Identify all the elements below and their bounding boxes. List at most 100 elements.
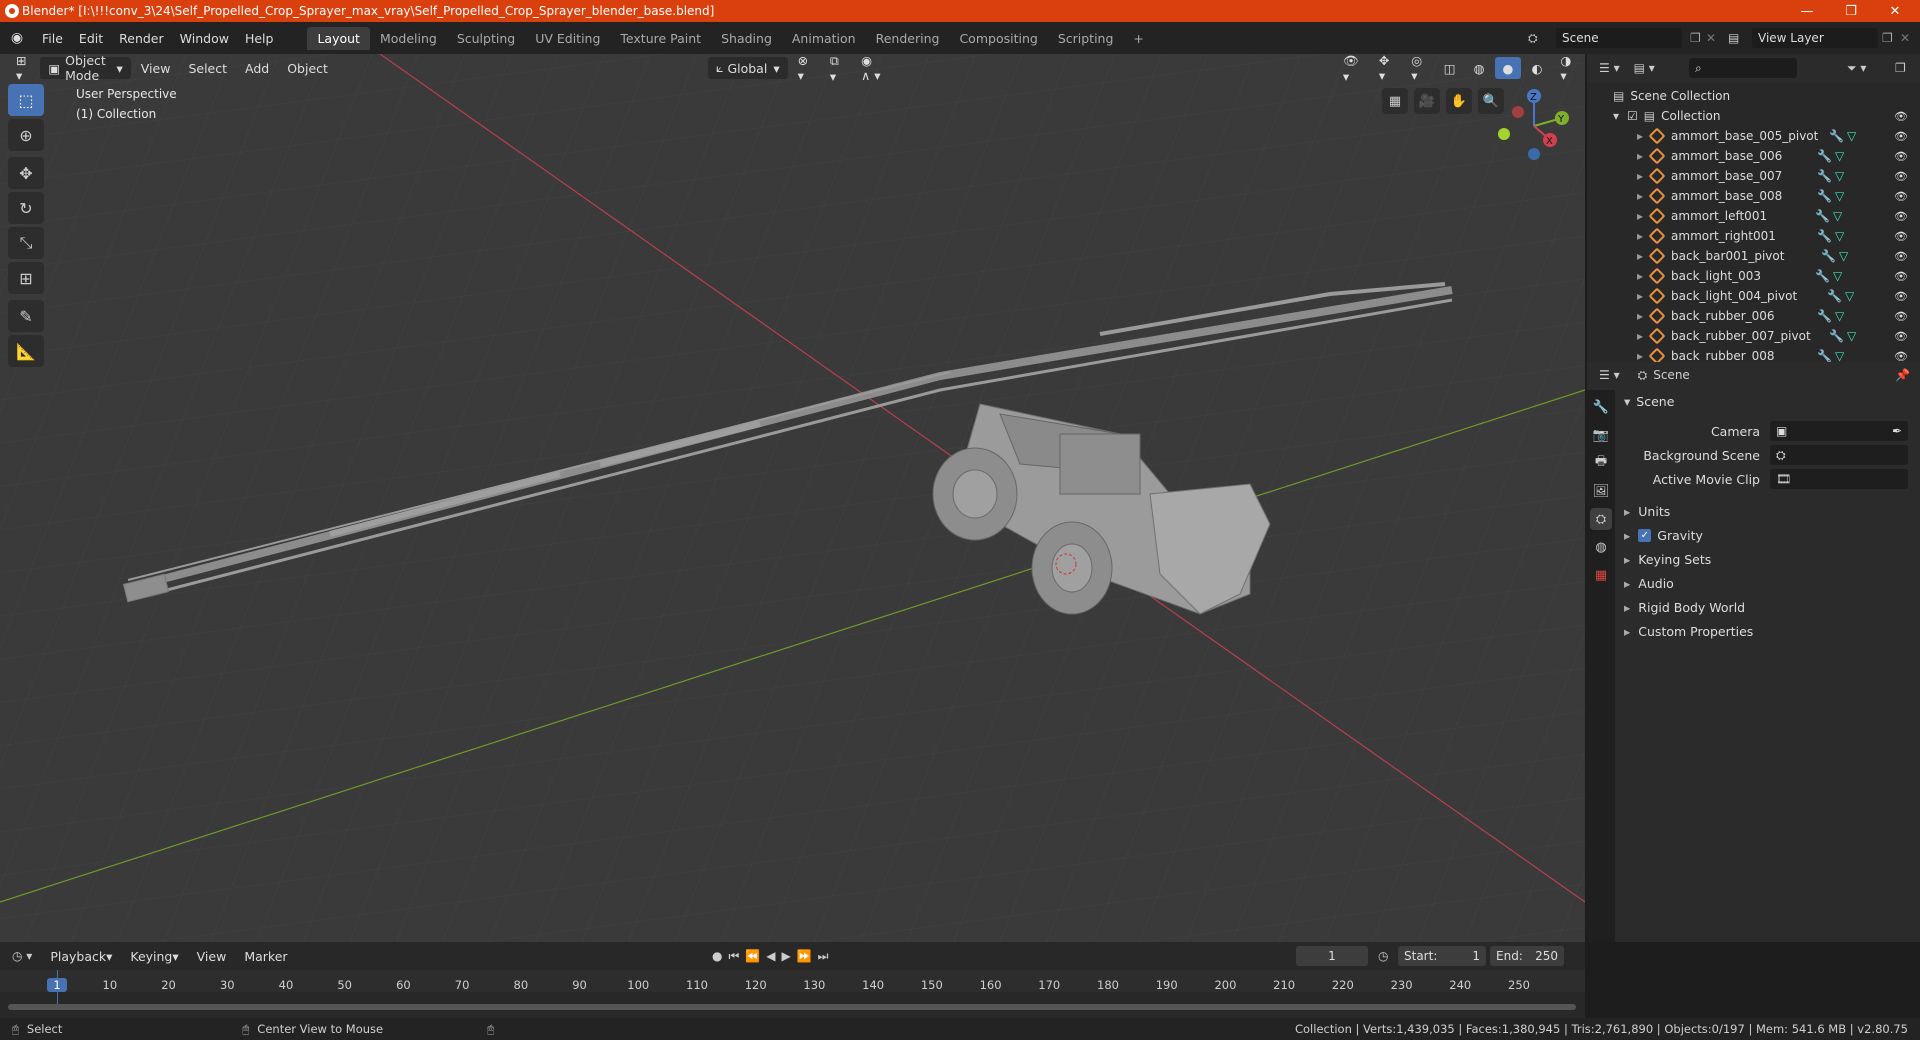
shading-wireframe-icon[interactable]: ◍ [1466,57,1493,79]
new-view-layer-icon[interactable]: ❐ [1882,31,1893,45]
tab-animation[interactable]: Animation [782,27,866,50]
menu-file[interactable]: File [34,31,71,46]
expand-arrow-icon[interactable]: ▸ [1637,189,1643,203]
display-mode-icon[interactable]: ▤ ▾ [1634,61,1655,75]
expand-arrow-icon[interactable]: ▸ [1637,229,1643,243]
proportional-edit-icon[interactable]: ◉ ∧ ▾ [853,53,893,83]
orientation-gizmo[interactable]: Z Y X [1494,86,1574,166]
record-icon[interactable]: ● [712,949,728,963]
viewport-canvas[interactable] [0,54,1585,942]
eyedropper-icon[interactable]: ✒ [1892,424,1902,438]
start-frame-field[interactable]: Start: 1 [1398,946,1486,966]
eye-icon[interactable]: 👁 [1894,190,1908,203]
outliner-item[interactable]: ▸ ammort_right001 🔧 ▽ 👁 [1587,226,1920,246]
scene-field[interactable]: Scene [1556,28,1682,48]
measure-tool-icon[interactable]: 📐 [8,335,44,367]
scene-collection-row[interactable]: ▤ Scene Collection [1587,86,1920,106]
menu-edit[interactable]: Edit [71,31,111,46]
editor-type-icon[interactable]: ⊞ ▾ [8,53,38,83]
tab-rendering[interactable]: Rendering [866,27,950,50]
properties-section[interactable]: ▸ Units [1620,500,1910,522]
outliner-item[interactable]: ▸ back_light_004_pivot 🔧 ▽ 👁 [1587,286,1920,306]
expand-arrow-icon[interactable]: ▸ [1637,129,1643,143]
timeline-editor-icon[interactable]: ◷ ▾ [12,949,32,963]
expand-arrow-icon[interactable]: ▸ [1637,249,1643,263]
shading-material-icon[interactable]: ◐ [1523,57,1550,79]
new-collection-icon[interactable]: ❐ [1895,61,1906,75]
add-workspace-button[interactable]: + [1123,27,1153,50]
grid-view-icon[interactable]: ▦ [1382,88,1408,114]
eye-icon[interactable]: 👁 [1894,330,1908,343]
outliner-item[interactable]: ▸ back_rubber_006 🔧 ▽ 👁 [1587,306,1920,326]
shading-solid-icon[interactable]: ● [1494,57,1522,79]
outliner-item[interactable]: ▸ back_rubber_007_pivot 🔧 ▽ 👁 [1587,326,1920,346]
expand-arrow-icon[interactable]: ▸ [1637,169,1643,183]
eye-icon[interactable]: 👁 [1894,110,1908,123]
rotate-tool-icon[interactable]: ↻ [8,192,44,224]
checkbox-icon[interactable]: ☑ [1627,109,1638,123]
gravity-checkbox[interactable]: ✓ [1638,528,1652,542]
expand-arrow-icon[interactable]: ▸ [1637,329,1643,343]
tab-scripting[interactable]: Scripting [1048,27,1124,50]
expand-arrow-icon[interactable]: ▸ [1637,209,1643,223]
shading-rendered-icon[interactable]: ◑ ▾ [1552,53,1583,83]
scene-tab-icon[interactable]: ⛭ [1590,508,1612,530]
outliner-item[interactable]: ▸ ammort_base_008 🔧 ▽ 👁 [1587,186,1920,206]
eye-icon[interactable]: 👁 [1894,310,1908,323]
expand-arrow-icon[interactable]: ▸ [1637,289,1643,303]
collapse-arrow-icon[interactable]: ▾ [1613,109,1619,123]
background-scene-field[interactable]: ⛭ [1770,445,1908,465]
tool-tab-icon[interactable]: 🔧 [1590,396,1612,418]
xray-icon[interactable]: ◫ [1436,57,1464,79]
marker-menu[interactable]: Marker [236,945,295,967]
playback-menu[interactable]: Playback ▾ [42,945,120,967]
annotate-tool-icon[interactable]: ✎ [8,300,44,332]
eye-icon[interactable]: 👁 [1894,290,1908,303]
scale-tool-icon[interactable]: ⤡ [8,227,44,259]
gizmo-toggle-icon[interactable]: ✥ ▾ [1371,53,1401,83]
menu-add[interactable]: Add [237,57,277,79]
current-frame-field[interactable]: 1 [1296,946,1368,966]
tab-sculpting[interactable]: Sculpting [447,27,525,50]
jump-start-icon[interactable]: ⏮ [728,949,745,963]
tab-layout[interactable]: Layout [307,26,370,50]
scene-selector-icon[interactable]: ⛭ [1528,31,1538,46]
orientation-dropdown[interactable]: ⟀ Global ▾ [707,57,788,79]
maximize-button[interactable]: ❐ [1828,0,1874,22]
expand-arrow-icon[interactable]: ▸ [1637,309,1643,323]
timeline-scrollbar[interactable] [8,1004,1576,1010]
properties-editor-icon[interactable]: ☰ ▾ [1599,368,1620,382]
jump-end-icon[interactable]: ⏭ [818,949,835,963]
view-layer-icon[interactable]: ▤ [1728,31,1739,45]
minimize-button[interactable]: — [1784,0,1830,22]
camera-view-icon[interactable]: 🎥 [1414,88,1440,114]
outliner-item[interactable]: ▸ ammort_left001 🔧 ▽ 👁 [1587,206,1920,226]
prev-keyframe-icon[interactable]: ⏪ [745,949,766,963]
eye-icon[interactable]: 👁 [1894,130,1908,143]
eye-icon[interactable]: 👁 [1894,350,1908,363]
delete-view-layer-icon[interactable]: ✕ [1900,31,1910,45]
menu-render[interactable]: Render [111,31,172,46]
properties-section[interactable]: ▸ Keying Sets [1620,548,1910,570]
snap-icon[interactable]: ⧉ ▾ [822,53,851,84]
filter-icon[interactable]: ⏷ ▾ [1847,61,1866,76]
expand-arrow-icon[interactable]: ▸ [1637,349,1643,363]
tab-shading[interactable]: Shading [711,27,782,50]
menu-view[interactable]: View [133,57,179,79]
play-icon[interactable]: ▶ [781,949,796,963]
render-tab-icon[interactable]: 📷 [1590,424,1612,446]
outliner-search-input[interactable]: ⌕ [1689,58,1797,78]
overlays-icon[interactable]: ◎ ▾ [1403,53,1434,83]
play-reverse-icon[interactable]: ◀ [766,949,781,963]
camera-field[interactable]: ▣ ✒ [1770,421,1908,441]
pan-hand-icon[interactable]: ✋ [1446,88,1472,114]
texture-tab-icon[interactable]: ▦ [1590,564,1612,586]
outliner-editor-icon[interactable]: ☰ ▾ [1599,61,1620,75]
tab-compositing[interactable]: Compositing [949,27,1047,50]
properties-section[interactable]: ▸ ✓ Gravity [1620,524,1910,546]
pin-icon[interactable]: 📌 [1895,368,1910,382]
tab-uv-editing[interactable]: UV Editing [525,27,610,50]
mode-dropdown[interactable]: ▣ Object Mode ▾ [40,53,131,83]
eye-icon[interactable]: 👁 [1894,270,1908,283]
cursor-tool-icon[interactable]: ⊕ [8,119,44,151]
